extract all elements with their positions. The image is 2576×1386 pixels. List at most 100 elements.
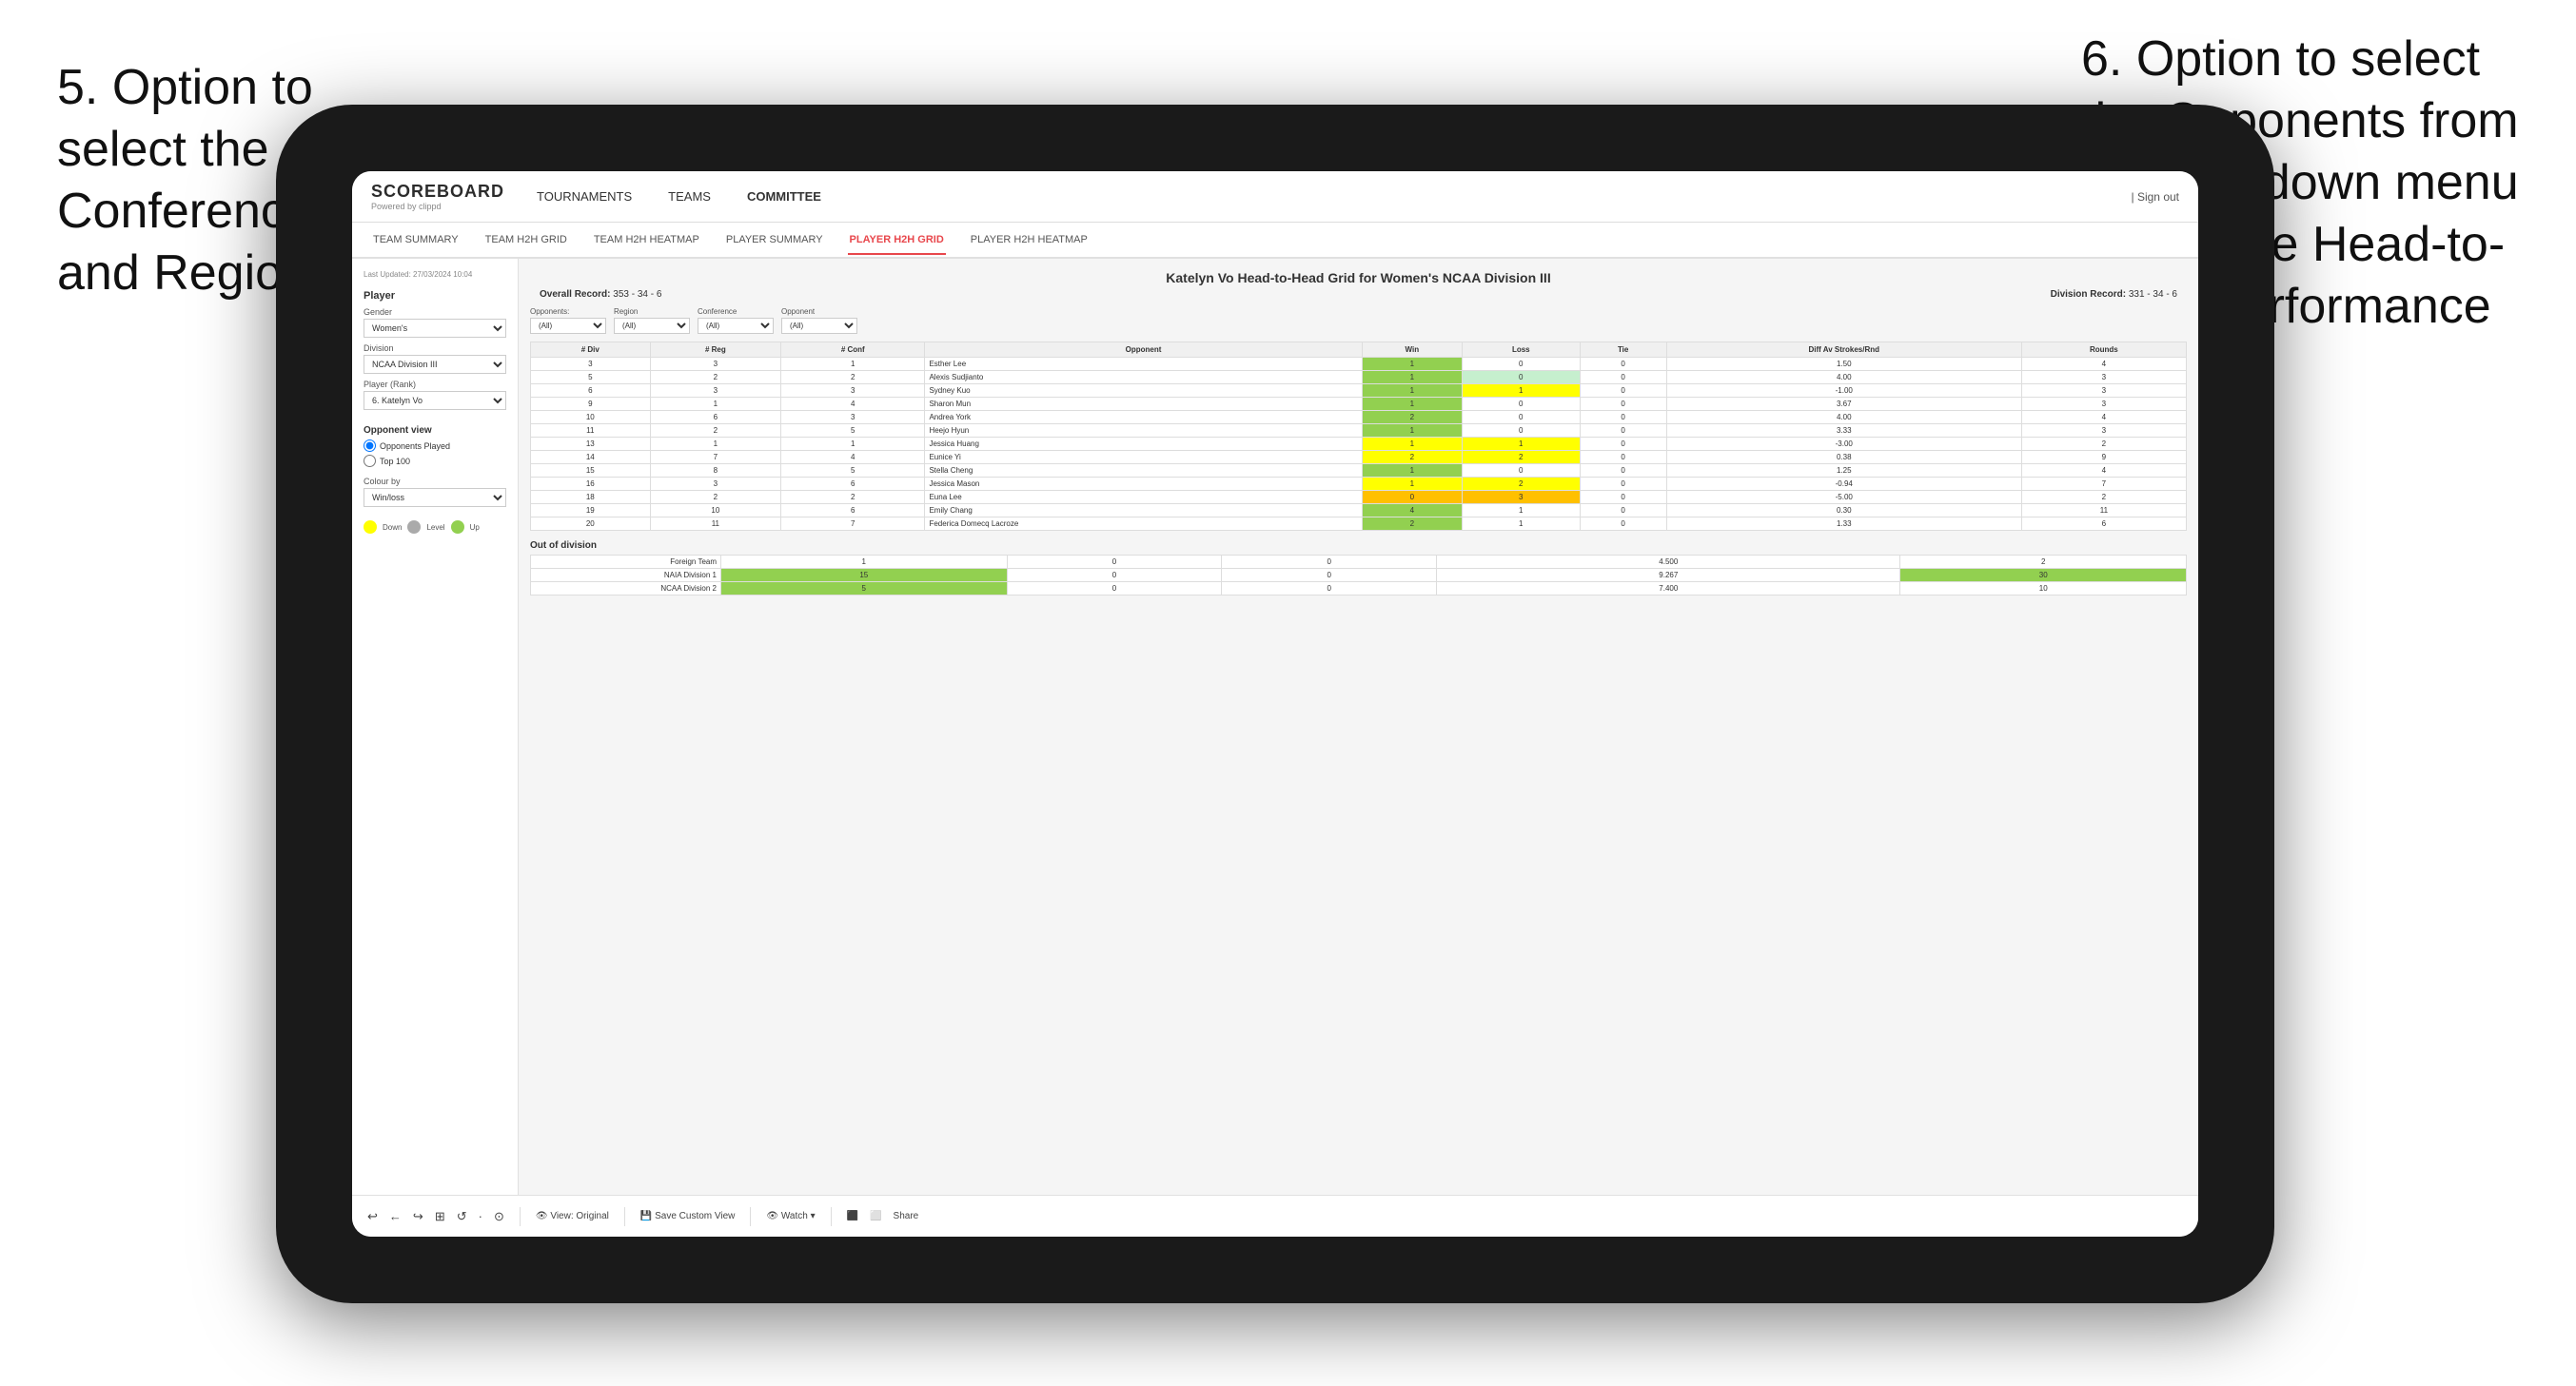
conference-filter-select[interactable]: (All)	[698, 318, 774, 334]
toolbar-save-custom-view[interactable]: 💾 Save Custom View	[640, 1211, 736, 1221]
toolbar-print[interactable]: ⬜	[870, 1211, 881, 1221]
toolbar-redo[interactable]: ↪	[413, 1209, 423, 1224]
toolbar-undo[interactable]: ↩	[367, 1209, 378, 1224]
player-rank-select[interactable]: 6. Katelyn Vo	[364, 391, 506, 410]
toolbar-export[interactable]: ⬛	[847, 1211, 858, 1221]
refresh-icon: ↺	[457, 1209, 467, 1224]
toolbar-back[interactable]: ←	[389, 1209, 402, 1223]
nav-tournaments[interactable]: TOURNAMENTS	[533, 189, 636, 204]
nav-sign-out[interactable]: | Sign out	[2132, 190, 2179, 204]
undo-icon: ↩	[367, 1209, 378, 1224]
table-row: 1585 Stella Cheng 1001.254	[531, 464, 2187, 478]
table-row: NAIA Division 1 15009.26730	[531, 569, 2187, 582]
col-reg: # Reg	[650, 342, 781, 358]
col-tie: Tie	[1580, 342, 1666, 358]
toolbar-share[interactable]: Share	[894, 1211, 919, 1221]
toolbar-watch[interactable]: 👁 Watch ▾	[766, 1211, 815, 1221]
view-original-label: 👁 View: Original	[536, 1211, 609, 1221]
share-label: Share	[894, 1211, 919, 1221]
separator-3	[750, 1207, 751, 1226]
col-opponent: Opponent	[925, 342, 1362, 358]
separator-4	[831, 1207, 832, 1226]
legend-label-down: Down	[383, 523, 402, 532]
table-row: Foreign Team 1004.5002	[531, 556, 2187, 569]
opponent-filter-label: Opponent	[781, 307, 857, 316]
logo-area: SCOREBOARD Powered by clippd	[371, 182, 504, 211]
player-section-title: Player	[364, 290, 506, 302]
table-row: NCAA Division 2 5007.40010	[531, 582, 2187, 595]
watch-label: 👁 Watch ▾	[766, 1211, 815, 1221]
nav-items: TOURNAMENTS TEAMS COMMITTEE	[533, 189, 2132, 204]
main-content: Last Updated: 27/03/2024 10:04 Player Ge…	[352, 259, 2198, 1195]
opponents-filter-label: Opponents:	[530, 307, 606, 316]
clock-icon: ⊙	[494, 1209, 504, 1224]
division-record: Division Record: 331 - 34 - 6	[2051, 289, 2177, 300]
table-row: 1822 Euna Lee 030-5.002	[531, 491, 2187, 504]
region-filter-group: Region (All)	[614, 307, 690, 334]
legend: Down Level Up	[364, 520, 506, 534]
opponent-view-title: Opponent view	[364, 425, 506, 436]
opponent-filter-group: Opponent (All)	[781, 307, 857, 334]
legend-dot-down	[364, 520, 377, 534]
back-icon: ←	[389, 1209, 402, 1223]
radio-opponents-played[interactable]: Opponents Played	[364, 439, 506, 452]
region-filter-label: Region	[614, 307, 690, 316]
opponents-filter-select[interactable]: (All)	[530, 318, 606, 334]
subnav-player-h2h-heatmap[interactable]: PLAYER H2H HEATMAP	[969, 226, 1090, 255]
legend-label-up: Up	[470, 523, 480, 532]
table-row: 914 Sharon Mun 1003.673	[531, 398, 2187, 411]
col-conf: # Conf	[781, 342, 925, 358]
table-row: 20117 Federica Domecq Lacroze 2101.336	[531, 517, 2187, 531]
conference-filter-label: Conference	[698, 307, 774, 316]
legend-dot-level	[407, 520, 421, 534]
division-select[interactable]: NCAA Division III	[364, 355, 506, 374]
table-row: 522 Alexis Sudjianto 1004.003	[531, 371, 2187, 384]
table-row: 1311 Jessica Huang 110-3.002	[531, 438, 2187, 451]
nav-committee[interactable]: COMMITTEE	[743, 189, 825, 204]
radio-group: Opponents Played Top 100	[364, 439, 506, 467]
table-row: 1636 Jessica Mason 120-0.947	[531, 478, 2187, 491]
col-diff: Diff Av Strokes/Rnd	[1666, 342, 2021, 358]
toolbar-clock[interactable]: ⊙	[494, 1209, 504, 1224]
colour-by-label: Colour by	[364, 477, 506, 486]
radio-top100[interactable]: Top 100	[364, 455, 506, 467]
opponent-filter-select[interactable]: (All)	[781, 318, 857, 334]
subnav-player-summary[interactable]: PLAYER SUMMARY	[724, 226, 825, 255]
separator-1	[520, 1207, 521, 1226]
print-icon: ⬜	[870, 1211, 881, 1221]
dot-icon: ·	[479, 1209, 482, 1223]
subnav-team-h2h-heatmap[interactable]: TEAM H2H HEATMAP	[592, 226, 701, 255]
sub-nav: TEAM SUMMARY TEAM H2H GRID TEAM H2H HEAT…	[352, 223, 2198, 259]
subnav-team-summary[interactable]: TEAM SUMMARY	[371, 226, 461, 255]
toolbar-view-original[interactable]: 👁 View: Original	[536, 1211, 609, 1221]
nav-bar: SCOREBOARD Powered by clippd TOURNAMENTS…	[352, 171, 2198, 223]
report-title: Katelyn Vo Head-to-Head Grid for Women's…	[530, 270, 2187, 285]
colour-by-select[interactable]: Win/loss	[364, 488, 506, 507]
overall-record: Overall Record: 353 - 34 - 6	[540, 289, 661, 300]
player-rank-label: Player (Rank)	[364, 380, 506, 389]
toolbar-grid[interactable]: ⊞	[435, 1209, 445, 1224]
export-icon: ⬛	[847, 1211, 858, 1221]
out-of-division-table: Foreign Team 1004.5002 NAIA Division 1 1…	[530, 555, 2187, 595]
table-row: 1063 Andrea York 2004.004	[531, 411, 2187, 424]
subnav-player-h2h-grid[interactable]: PLAYER H2H GRID	[848, 226, 946, 255]
division-label: Division	[364, 343, 506, 353]
gender-select[interactable]: Women's	[364, 319, 506, 338]
grid-icon: ⊞	[435, 1209, 445, 1224]
last-updated: Last Updated: 27/03/2024 10:04	[364, 270, 506, 279]
toolbar-dot[interactable]: ·	[479, 1209, 482, 1223]
subnav-team-h2h-grid[interactable]: TEAM H2H GRID	[483, 226, 569, 255]
redo-icon: ↪	[413, 1209, 423, 1224]
col-div: # Div	[531, 342, 651, 358]
save-custom-view-label: 💾 Save Custom View	[640, 1211, 736, 1221]
table-row: 331 Esther Lee 1001.504	[531, 358, 2187, 371]
filter-row: Opponents: (All) Region (All) Conference	[530, 307, 2187, 334]
region-filter-select[interactable]: (All)	[614, 318, 690, 334]
table-row: 633 Sydney Kuo 110-1.003	[531, 384, 2187, 398]
toolbar-refresh[interactable]: ↺	[457, 1209, 467, 1224]
legend-dot-up	[451, 520, 464, 534]
col-win: Win	[1362, 342, 1462, 358]
table-row: 1474 Eunice Yi 2200.389	[531, 451, 2187, 464]
nav-teams[interactable]: TEAMS	[664, 189, 715, 204]
table-row: 1125 Heejo Hyun 1003.333	[531, 424, 2187, 438]
